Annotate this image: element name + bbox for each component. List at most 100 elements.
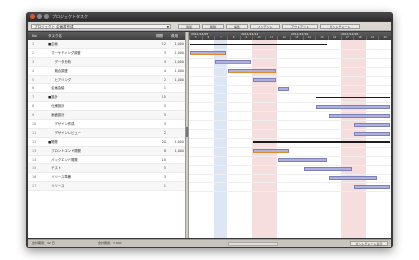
task-bar[interactable] — [354, 122, 390, 127]
task-cost-cell: 1,000 — [174, 148, 184, 153]
table-row[interactable]: 13 フロントエンド開発 8 1,000 — [28, 146, 185, 156]
task-name-cell: デザイン作成 — [48, 122, 75, 127]
task-name-cell: フロントエンド開発 — [48, 148, 81, 153]
delete-task-button[interactable]: 削除 — [202, 24, 224, 29]
table-row[interactable]: 6 企画会議 1 — [28, 84, 185, 94]
table-row[interactable]: 5 ヒアリング 2 1,000 — [28, 75, 185, 85]
task-name-cell: デザインレビュー — [48, 130, 81, 135]
maximize-window-icon[interactable] — [44, 14, 49, 19]
table-row[interactable]: 12 ■開発 20 1,000 — [28, 138, 185, 147]
task-duration-cell: 3 — [163, 175, 166, 180]
task-duration-cell: 5 — [163, 113, 166, 118]
total-cost-label: 合計費用：7,000 — [98, 241, 122, 245]
task-number-cell: 3 — [32, 59, 35, 64]
task-name-cell: リリース準備 — [48, 175, 71, 180]
column-header-task-name[interactable]: タスク名 — [48, 32, 62, 40]
splitter-grip-icon[interactable] — [186, 127, 188, 137]
gantt-row-line — [189, 66, 391, 68]
gantt-display-button[interactable]: ガントチャート表示 — [350, 241, 388, 246]
task-number-cell: 6 — [32, 86, 35, 91]
project-select-value: プロジェクト 企画書作成 — [34, 25, 74, 29]
task-bar[interactable] — [354, 131, 390, 136]
window-controls — [30, 14, 49, 19]
task-rows: 1 ■企画 12 1,000 2 マーケティング調査 3 1,000 3 データ分析 3 1,00… — [28, 40, 185, 192]
task-duration-cell: 5 — [163, 104, 166, 109]
gantt-row-line — [189, 48, 391, 50]
horizontal-scrollbar[interactable] — [228, 242, 278, 246]
task-number-cell: 15 — [32, 166, 37, 171]
gantt-body — [189, 40, 391, 238]
indent-button[interactable]: インデント — [250, 24, 280, 29]
column-header-duration[interactable]: 期間 — [156, 32, 163, 40]
gantt-timeline-header: 2011/12/05 2011/12/12 2011/12/19 2011/12… — [189, 32, 391, 40]
task-bar[interactable] — [190, 51, 226, 56]
task-cost-cell: 1,000 — [174, 59, 184, 64]
task-duration-cell: 15 — [161, 95, 166, 100]
minimize-window-icon[interactable] — [37, 14, 42, 19]
task-duration-cell: 3 — [163, 50, 166, 55]
task-bar[interactable] — [328, 176, 378, 180]
column-header-number[interactable]: No — [32, 32, 37, 40]
task-name-cell: ヒアリング — [48, 77, 72, 82]
task-number-cell: 1 — [32, 42, 35, 46]
table-row[interactable]: 15 テスト 5 — [28, 164, 185, 174]
table-row[interactable]: 1 ■企画 12 1,000 — [28, 40, 185, 49]
summary-bar[interactable] — [316, 96, 390, 99]
gantt-row-line — [189, 57, 391, 59]
task-number-cell: 11 — [32, 130, 37, 135]
task-number-cell: 14 — [32, 157, 37, 162]
table-row[interactable]: 7 ■設計 15 — [28, 93, 185, 103]
toolbar: プロジェクト 企画書作成 ▼ 追加 削除 編集 インデント アウトデント ガント… — [28, 22, 391, 31]
task-table-header: No タスク名 期間 費用 — [28, 32, 185, 40]
task-bar[interactable] — [328, 113, 390, 118]
edit-task-button[interactable]: 編集 — [226, 24, 248, 29]
gantt-row-line — [189, 75, 391, 77]
task-bar[interactable] — [316, 104, 390, 109]
gantt-row-line — [189, 129, 391, 130]
task-cost-cell: 1,000 — [174, 50, 184, 55]
task-number-cell: 16 — [32, 175, 37, 180]
gantt-view-button[interactable]: ガントチャート — [320, 24, 360, 29]
task-number-cell: 5 — [32, 77, 35, 82]
task-name-cell: データ分析 — [48, 59, 72, 64]
task-bar[interactable] — [354, 184, 390, 189]
task-bar[interactable] — [227, 69, 277, 74]
summary-bar[interactable] — [253, 141, 390, 143]
column-header-cost[interactable]: 費用 — [171, 32, 178, 40]
table-row[interactable]: 3 データ分析 3 1,000 — [28, 57, 185, 67]
add-task-button[interactable]: 追加 — [178, 24, 200, 29]
table-row[interactable]: 10 デザイン作成 3 — [28, 120, 185, 129]
task-bar[interactable] — [253, 149, 289, 154]
outdent-button[interactable]: アウトデント — [282, 24, 318, 29]
table-row[interactable]: 16 リリース準備 3 — [28, 173, 185, 183]
task-cost-cell: 1,000 — [174, 139, 184, 144]
table-row[interactable]: 14 バックエンド開発 10 — [28, 156, 185, 165]
task-name-cell: テスト — [48, 166, 62, 171]
task-bar[interactable] — [215, 60, 252, 65]
task-bar[interactable] — [278, 158, 327, 163]
table-row[interactable]: 9 画面設計 5 — [28, 111, 185, 121]
task-bar[interactable] — [303, 167, 353, 172]
task-number-cell: 10 — [32, 122, 37, 127]
gantt-row-line — [189, 155, 391, 157]
task-number-cell: 9 — [32, 113, 35, 118]
table-row[interactable]: 17 リリース 1 — [28, 182, 185, 192]
task-bar[interactable] — [253, 78, 277, 83]
task-duration-cell: 3 — [163, 122, 166, 127]
table-row[interactable]: 8 仕様設計 5 — [28, 102, 185, 112]
table-row[interactable]: 2 マーケティング調査 3 1,000 — [28, 49, 185, 58]
task-name-cell: ■設計 — [48, 95, 58, 100]
task-number-cell: 7 — [32, 95, 35, 100]
task-table: No タスク名 期間 費用 1 ■企画 12 1,000 2 マーケティング調査 3 1,0… — [28, 32, 185, 238]
close-window-icon[interactable] — [30, 14, 35, 19]
gantt-row-line — [189, 84, 391, 86]
task-cost-cell: 1,000 — [174, 42, 184, 46]
summary-bar[interactable] — [190, 43, 327, 45]
table-row[interactable]: 4 競合調査 4 1,000 — [28, 67, 185, 76]
project-select[interactable]: プロジェクト 企画書作成 ▼ — [31, 24, 171, 29]
task-number-cell: 4 — [32, 68, 35, 73]
task-bar[interactable] — [278, 87, 289, 91]
gantt-chart: 2011/12/05 2011/12/12 2011/12/19 2011/12… — [189, 32, 391, 238]
table-row[interactable]: 11 デザインレビュー 2 — [28, 128, 185, 138]
gantt-row-line — [189, 93, 391, 95]
